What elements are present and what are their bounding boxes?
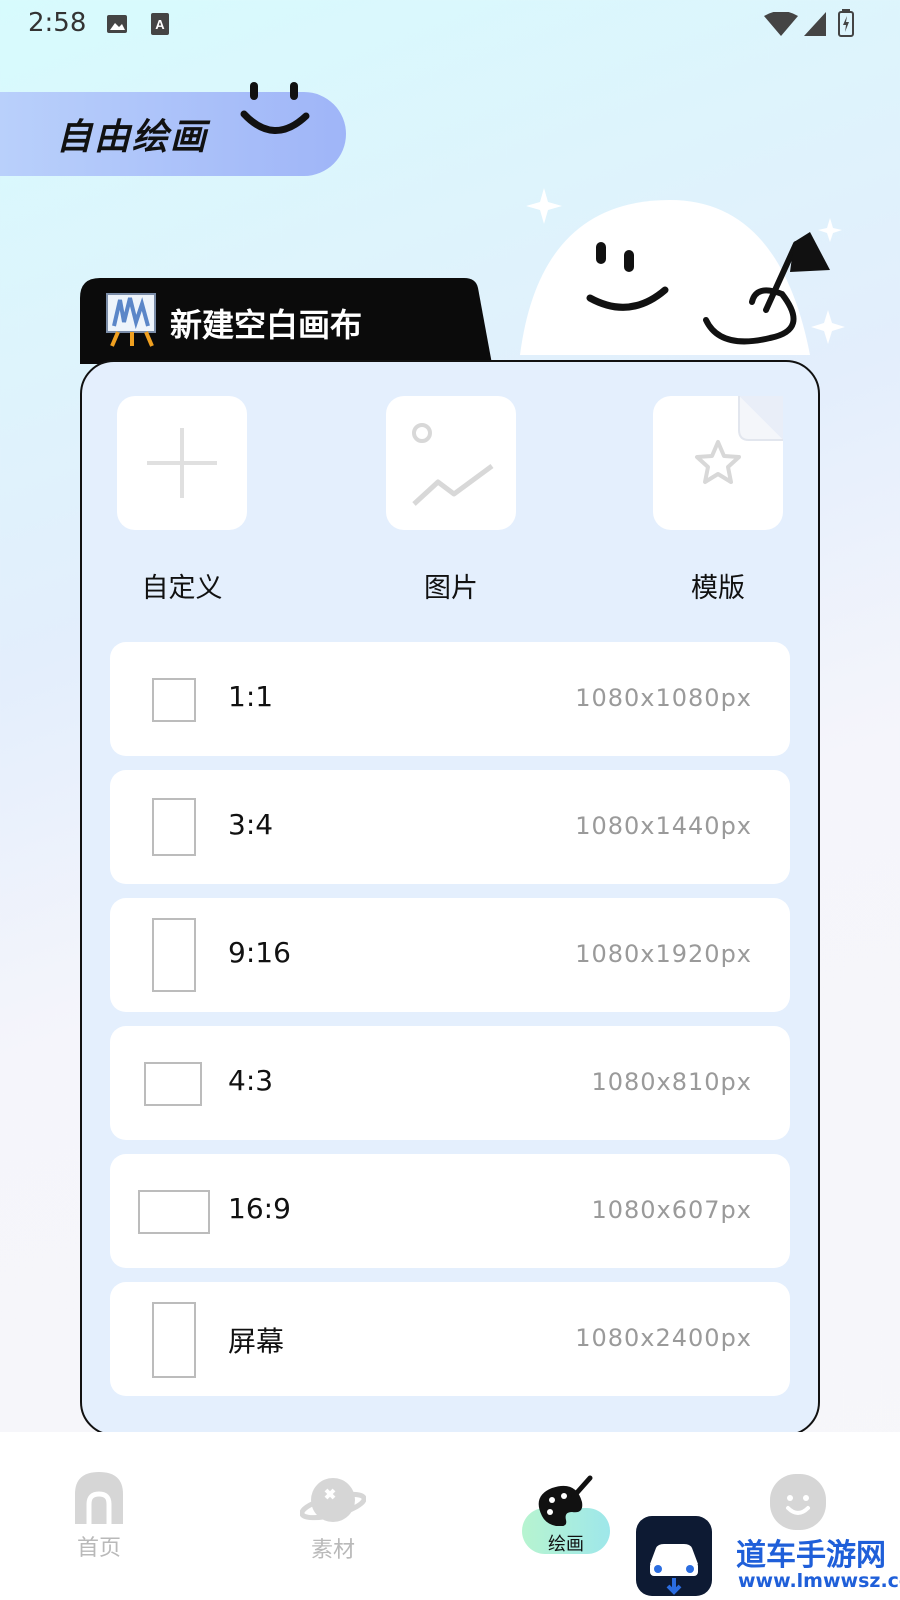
ratio-label: 屏幕 — [228, 1325, 285, 1358]
custom-option-button[interactable] — [117, 396, 247, 530]
ratio-row-16-9[interactable]: 16:9 1080x607px — [110, 1154, 790, 1268]
status-bar: 2:58 A — [0, 0, 900, 50]
gallery-notification-icon — [107, 15, 127, 33]
custom-option-label: 自定义 — [141, 573, 223, 604]
ratio-size: 1080x810px — [591, 1068, 752, 1096]
ratio-preview-portrait-icon — [152, 798, 196, 856]
new-canvas-title: 新建空白画布 — [170, 306, 363, 344]
nav-paint[interactable]: 绘画 — [520, 1474, 612, 1556]
ratio-preview-screen-icon — [152, 1302, 196, 1378]
star-document-icon — [695, 396, 783, 484]
image-option-button[interactable] — [386, 396, 516, 530]
status-time: 2:58 — [28, 8, 87, 38]
ratio-row-1-1[interactable]: 1:1 1080x1080px — [110, 642, 790, 756]
ratio-label: 3:4 — [228, 808, 274, 841]
moon-mascot-illustration — [520, 188, 845, 355]
ratio-label: 9:16 — [228, 936, 291, 969]
nav-paint-label: 绘画 — [548, 1534, 584, 1555]
signal-icon — [804, 12, 826, 36]
face-icon — [770, 1474, 826, 1530]
ratio-size: 1080x1920px — [575, 940, 752, 968]
planet-icon — [299, 1478, 367, 1522]
easel-icon — [106, 293, 156, 347]
watermark-car-logo — [636, 1516, 712, 1596]
template-option-label: 模版 — [691, 573, 745, 604]
plus-icon — [147, 428, 217, 498]
nav-home[interactable]: 首页 — [68, 1470, 130, 1562]
battery-icon — [838, 9, 854, 37]
ratio-size: 1080x2400px — [575, 1324, 752, 1352]
ratio-size: 1080x607px — [591, 1196, 752, 1224]
page-title: 自由绘画 — [56, 117, 209, 158]
ratio-preview-wide-icon — [138, 1190, 210, 1234]
image-icon — [412, 423, 494, 506]
nav-profile[interactable] — [770, 1474, 826, 1534]
ratio-preview-landscape-icon — [144, 1062, 202, 1106]
ratio-preview-square-icon — [152, 678, 196, 722]
watermark-url: www.lmwwsz.com — [738, 1570, 900, 1592]
template-option-button[interactable] — [653, 396, 783, 530]
svg-text:A: A — [155, 17, 165, 32]
ratio-size: 1080x1440px — [575, 812, 752, 840]
nav-home-label: 首页 — [76, 1536, 121, 1561]
ratio-row-9-16[interactable]: 9:16 1080x1920px — [110, 898, 790, 1012]
ratio-preview-tall-icon — [152, 918, 196, 992]
nav-materials-label: 素材 — [310, 1538, 355, 1563]
ratio-row-4-3[interactable]: 4:3 1080x810px — [110, 1026, 790, 1140]
image-option-label: 图片 — [424, 573, 478, 604]
ratio-size: 1080x1080px — [575, 684, 752, 712]
ratio-label: 4:3 — [228, 1064, 274, 1097]
smile-face-icon — [240, 82, 310, 134]
ratio-label: 16:9 — [228, 1192, 291, 1225]
watermark-title: 道车手游网 — [736, 1538, 886, 1573]
ratio-row-3-4[interactable]: 3:4 1080x1440px — [110, 770, 790, 884]
palette-icon — [538, 1475, 593, 1527]
home-icon — [75, 1472, 123, 1524]
font-notification-icon: A — [151, 13, 169, 35]
ratio-label: 1:1 — [228, 680, 274, 713]
ratio-row-screen[interactable]: 屏幕 1080x2400px — [110, 1282, 790, 1396]
nav-materials[interactable]: 素材 — [299, 1472, 367, 1564]
wifi-icon — [764, 12, 798, 36]
